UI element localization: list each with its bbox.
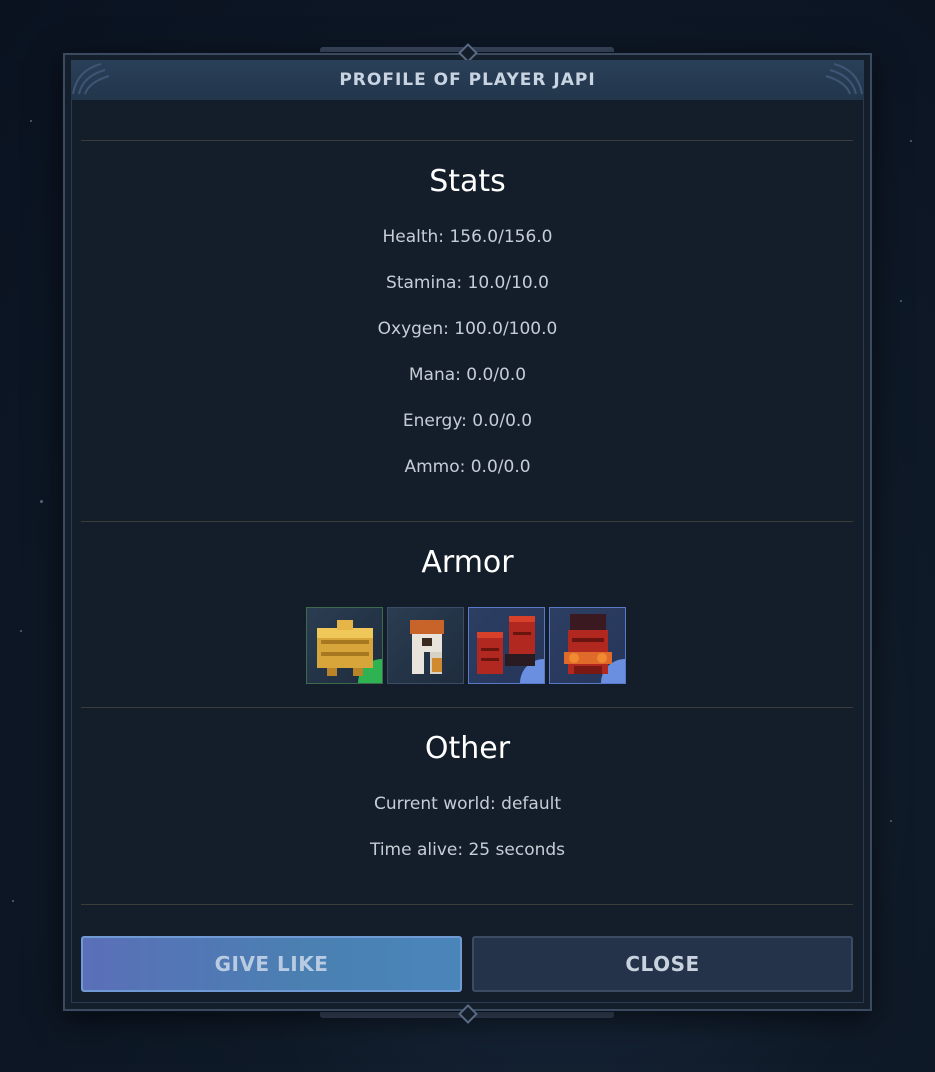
armor-slot-boots[interactable]: [468, 607, 545, 684]
time-alive: Time alive: 25 seconds: [369, 840, 566, 860]
section-divider: [81, 904, 853, 905]
star: [910, 140, 912, 142]
close-label: CLOSE: [625, 952, 700, 976]
star: [40, 500, 43, 503]
armor-slot-chestplate[interactable]: [306, 607, 383, 684]
star: [900, 300, 902, 302]
dialog-title-bar: PROFILE OF PLAYER JAPI: [71, 60, 864, 100]
section-divider: [81, 521, 853, 522]
stat-ammo: Ammo: 0.0/0.0: [404, 457, 531, 477]
dialog-inner-border: [71, 61, 864, 1003]
stat-stamina: Stamina: 10.0/10.0: [386, 273, 549, 293]
give-like-button[interactable]: GIVE LIKE: [81, 936, 462, 992]
stat-energy: Energy: 0.0/0.0: [402, 411, 533, 431]
other-heading: Other: [424, 731, 511, 766]
star: [30, 120, 32, 122]
armor-slot-helmet[interactable]: [549, 607, 626, 684]
section-divider: [81, 140, 853, 141]
white-orange-leggings-icon: [410, 620, 444, 674]
red-boots-icon: [477, 616, 535, 674]
star: [20, 630, 22, 632]
gold-chestplate-icon: [317, 620, 373, 676]
corner-ornament-right-icon: [825, 63, 863, 95]
current-world: Current world: default: [373, 794, 561, 814]
stat-mana: Mana: 0.0/0.0: [408, 365, 527, 385]
armor-slots: [306, 607, 626, 684]
stat-oxygen: Oxygen: 100.0/100.0: [377, 319, 558, 339]
stat-health: Health: 156.0/156.0: [382, 227, 553, 247]
red-armor-icon: [564, 614, 612, 674]
section-divider: [81, 707, 853, 708]
dialog-title: PROFILE OF PLAYER JAPI: [339, 70, 596, 90]
give-like-label: GIVE LIKE: [214, 952, 329, 976]
armor-slot-leggings[interactable]: [387, 607, 464, 684]
star: [12, 900, 14, 902]
corner-ornament-left-icon: [72, 63, 110, 95]
close-button[interactable]: CLOSE: [472, 936, 853, 992]
armor-heading: Armor: [421, 545, 514, 580]
stats-heading: Stats: [429, 164, 506, 199]
star: [890, 820, 892, 822]
